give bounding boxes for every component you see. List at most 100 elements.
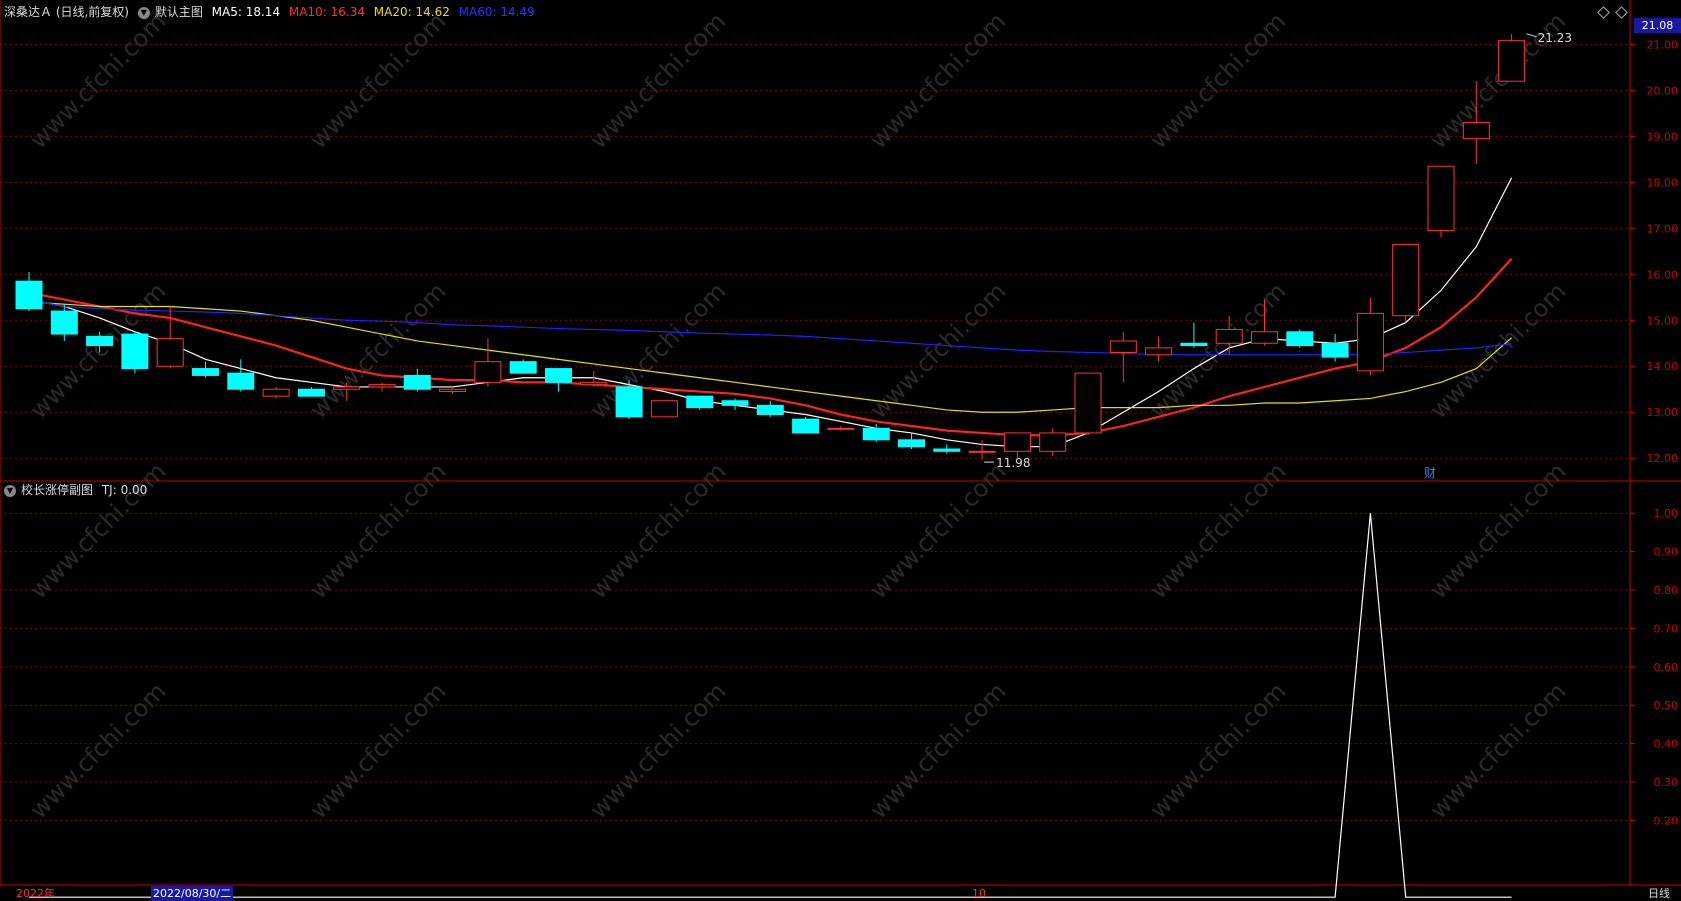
candle [1498, 33, 1526, 82]
main-chart-name[interactable]: 默认主图 [155, 5, 203, 19]
last-price-tag: 21.08 [1634, 18, 1681, 33]
candle-body [756, 404, 784, 416]
sub-chart-header: ▼ 校长涨停副图 TJ: 0.00 [4, 481, 152, 499]
value-tick-label: 1.00 [1654, 507, 1679, 520]
price-tick-label: 12.00 [1647, 452, 1679, 465]
candle-body [1356, 312, 1384, 372]
candle [580, 370, 608, 387]
watermark-text: www.cfchi.com [304, 457, 451, 604]
low-price-label: 11.98 [996, 456, 1030, 470]
candle [1109, 331, 1137, 383]
candle [1321, 334, 1349, 362]
year-label: 2022年 [16, 887, 55, 900]
candle [650, 400, 678, 418]
watermark-text: www.cfchi.com [1424, 7, 1571, 154]
candle-body [827, 427, 855, 430]
watermark-text: www.cfchi.com [24, 277, 171, 424]
watermark-text: www.cfchi.com [1144, 7, 1291, 154]
candle-body [1427, 165, 1455, 232]
stock-chart-canvas: www.cfchi.com www.cfchi.com www.cfchi.com w… [0, 0, 1681, 898]
ma60-value: MA60: 14.49 [458, 5, 535, 19]
candle-body [192, 368, 219, 376]
candle-body [86, 335, 114, 347]
candle-body [545, 368, 572, 383]
price-tick-label: 16.00 [1647, 268, 1679, 281]
candle-body [1286, 331, 1314, 347]
candle [1039, 428, 1067, 456]
price-tick-label: 21.00 [1647, 38, 1679, 51]
candle-body [1462, 122, 1490, 140]
period-label[interactable]: 日线 [1648, 886, 1670, 901]
value-tick-label: 0.80 [1654, 584, 1679, 597]
candle [1145, 336, 1173, 362]
candlestick-series [15, 33, 1526, 460]
candle-body [968, 450, 996, 453]
watermark-text: www.cfchi.com [1144, 457, 1291, 604]
candle [1003, 432, 1031, 459]
watermark-text: www.cfchi.com [24, 677, 171, 824]
candle [1392, 243, 1420, 323]
candle-body [792, 418, 820, 434]
candle [439, 386, 467, 394]
candle [756, 400, 784, 417]
finance-marker[interactable]: 财 [1424, 464, 1436, 481]
candle [368, 382, 396, 392]
watermark-text: www.cfchi.com [304, 277, 451, 424]
tj-value: TJ: 0.00 [101, 483, 148, 497]
watermark-text: www.cfchi.com [584, 457, 731, 604]
price-tick-label: 20.00 [1647, 84, 1679, 97]
candle-body [721, 400, 749, 406]
candle-body [439, 388, 467, 393]
candle-body [227, 372, 255, 390]
candle-body [15, 280, 43, 310]
price-tick-label: 14.00 [1647, 360, 1679, 373]
candle [1427, 165, 1455, 238]
value-tick-label: 0.20 [1654, 814, 1679, 827]
chevron-down-icon[interactable]: ▼ [137, 6, 150, 19]
candle [792, 416, 820, 434]
ma60-line [28, 298, 1512, 356]
stock-title: 深桑达Ａ (日线,前复权) [4, 5, 129, 19]
candle-body [121, 333, 149, 370]
value-tick-label: 0.40 [1654, 738, 1679, 751]
watermark-text: www.cfchi.com [1424, 677, 1571, 824]
candle [262, 386, 290, 399]
value-tick-label: 0.50 [1654, 699, 1679, 712]
watermark-text: www.cfchi.com [24, 7, 171, 154]
candle-body [368, 384, 396, 388]
candle-body [1109, 340, 1137, 353]
month-label: 10 [972, 887, 986, 900]
indicator-name[interactable]: 校长涨停副图 [21, 483, 93, 497]
ma5-value: MA5: 18.14 [211, 5, 281, 19]
candle [121, 331, 149, 374]
candle-body [898, 439, 925, 448]
candle [545, 368, 572, 392]
candle [509, 359, 537, 374]
candle-body [333, 386, 361, 390]
candle [1074, 372, 1102, 436]
watermark-text: www.cfchi.com [1424, 277, 1571, 424]
candle-body [1321, 342, 1349, 358]
candle-body [1145, 347, 1173, 356]
candle-body [262, 388, 290, 397]
ma20-value: MA20: 14.62 [373, 5, 450, 19]
candle-body [474, 361, 502, 383]
candle-body [1003, 432, 1031, 452]
candle [1286, 329, 1314, 348]
watermark-text: www.cfchi.com [584, 677, 731, 824]
value-tick-label: 0.30 [1654, 776, 1679, 789]
chevron-down-icon[interactable]: ▼ [4, 484, 16, 497]
candle [1356, 297, 1384, 376]
candle [403, 368, 431, 392]
watermark-text: www.cfchi.com [1424, 457, 1571, 604]
high-price-label: 21.23 [1538, 31, 1572, 45]
sub-chart-grid [0, 512, 1630, 821]
candle-body [509, 361, 537, 374]
ma10-value: MA10: 16.34 [288, 5, 365, 19]
candle-body [615, 386, 643, 418]
ma20-line [28, 301, 1512, 413]
main-price-axis: 12.00 13.00 14.00 15.00 16.00 17.00 18.00 19.00… [1630, 38, 1678, 465]
candle-body [1251, 331, 1278, 344]
candle-body [686, 395, 714, 409]
price-tick-label: 19.00 [1647, 130, 1679, 143]
